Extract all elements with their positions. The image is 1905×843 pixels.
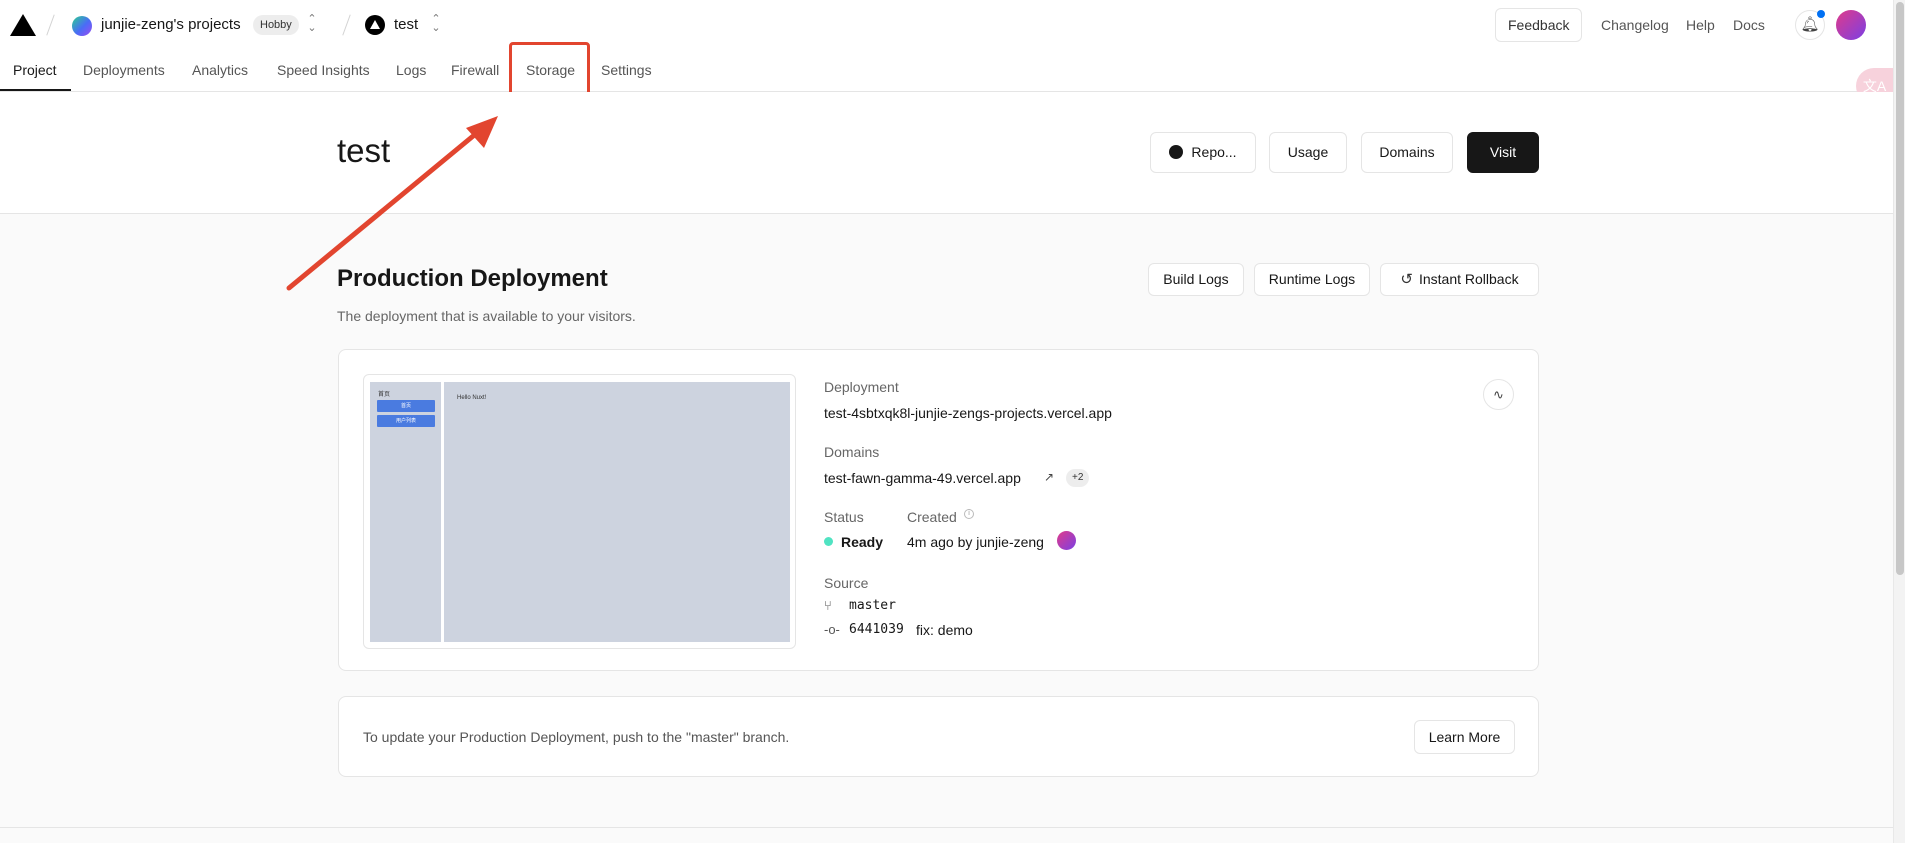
user-avatar[interactable] bbox=[1836, 10, 1866, 40]
team-switcher-chevron-icon[interactable]: ⌃ ⌄ bbox=[306, 14, 318, 34]
info-icon[interactable]: i bbox=[964, 509, 974, 519]
runtime-logs-button[interactable]: Runtime Logs bbox=[1254, 263, 1370, 296]
github-icon bbox=[1169, 145, 1184, 159]
vertical-scrollbar[interactable] bbox=[1893, 0, 1905, 843]
tab-analytics[interactable]: Analytics bbox=[192, 62, 248, 78]
top-navigation: junjie-zeng's projects Hobby ⌃ ⌄ test ⌃ ⌄ … bbox=[0, 0, 1893, 102]
created-value: 4m ago by junjie-zeng bbox=[907, 534, 1044, 550]
main-content: Production Deployment The deployment tha… bbox=[0, 215, 1893, 843]
preview-button: 用户列表 bbox=[377, 415, 435, 427]
notification-badge bbox=[1817, 10, 1825, 18]
preview-main-text: Hello Nuxt! bbox=[457, 395, 487, 401]
update-note-card: To update your Production Deployment, pu… bbox=[338, 696, 1539, 777]
tab-deployments[interactable]: Deployments bbox=[83, 62, 165, 78]
tab-project[interactable]: Project bbox=[13, 62, 57, 78]
plan-badge: Hobby bbox=[253, 15, 299, 35]
status-value: Ready bbox=[841, 534, 884, 550]
update-note-text: To update your Production Deployment, pu… bbox=[363, 729, 790, 745]
active-tab-indicator bbox=[0, 89, 71, 91]
project-tabs: Project Deployments Analytics Speed Insi… bbox=[0, 50, 1893, 92]
feedback-button[interactable]: Feedback bbox=[1495, 8, 1583, 42]
domains-button[interactable]: Domains bbox=[1361, 132, 1453, 173]
tab-speed-insights[interactable]: Speed Insights bbox=[277, 62, 370, 78]
instant-rollback-button[interactable]: ↺ Instant Rollback bbox=[1380, 263, 1539, 296]
more-domains-badge[interactable]: +2 bbox=[1066, 469, 1090, 487]
status-indicator bbox=[824, 537, 833, 546]
team-avatar[interactable] bbox=[72, 16, 92, 36]
scrollbar-thumb[interactable] bbox=[1896, 2, 1904, 575]
usage-button[interactable]: Usage bbox=[1269, 132, 1347, 173]
project-switcher-chevron-icon[interactable]: ⌃ ⌄ bbox=[430, 14, 442, 34]
preview-main: Hello Nuxt! bbox=[444, 382, 790, 642]
section-subtitle: The deployment that is available to your… bbox=[337, 308, 636, 324]
instant-rollback-label: Instant Rollback bbox=[1418, 271, 1519, 287]
changelog-link[interactable]: Changelog bbox=[1601, 17, 1669, 33]
domains-label: Domains bbox=[824, 444, 880, 460]
deployment-label: Deployment bbox=[824, 379, 899, 395]
help-link[interactable]: Help bbox=[1686, 17, 1715, 33]
breadcrumb-separator bbox=[46, 14, 55, 36]
repository-button-label: Repo... bbox=[1191, 144, 1237, 160]
branch-name[interactable]: master bbox=[849, 598, 896, 613]
team-name[interactable]: junjie-zeng's projects bbox=[101, 16, 241, 33]
git-commit-icon: -o- bbox=[824, 622, 840, 637]
header-row: junjie-zeng's projects Hobby ⌃ ⌄ test ⌃ ⌄ … bbox=[0, 0, 1893, 50]
tab-settings[interactable]: Settings bbox=[601, 62, 652, 78]
docs-link[interactable]: Docs bbox=[1733, 17, 1765, 33]
project-name[interactable]: test bbox=[394, 16, 418, 33]
deployment-preview[interactable]: 首页 首页 用户列表 Hello Nuxt! bbox=[363, 374, 796, 649]
commit-hash[interactable]: 6441039 bbox=[849, 622, 904, 637]
activity-icon[interactable]: ∿ bbox=[1483, 379, 1514, 410]
preview-screenshot: 首页 首页 用户列表 Hello Nuxt! bbox=[370, 382, 790, 642]
source-label: Source bbox=[824, 575, 869, 591]
preview-sidebar: 首页 首页 用户列表 bbox=[370, 382, 441, 642]
page-title: test bbox=[337, 132, 391, 169]
tab-logs[interactable]: Logs bbox=[396, 62, 426, 78]
preview-button: 首页 bbox=[377, 400, 435, 412]
rollback-icon: ↺ bbox=[1400, 271, 1413, 288]
deployment-url-link[interactable]: test-4sbtxqk8l-junjie-zengs-projects.ver… bbox=[824, 405, 1112, 421]
build-logs-button[interactable]: Build Logs bbox=[1148, 263, 1244, 296]
visit-button[interactable]: Visit bbox=[1467, 132, 1539, 173]
domain-link[interactable]: test-fawn-gamma-49.vercel.app bbox=[824, 470, 1021, 486]
commit-message: fix: demo bbox=[916, 622, 973, 638]
status-label: Status bbox=[824, 509, 864, 525]
divider bbox=[0, 827, 1893, 828]
project-header: test Repo... Usage Domains Visit bbox=[0, 92, 1893, 214]
section-title: Production Deployment bbox=[337, 265, 608, 292]
created-label: Created bbox=[907, 509, 957, 525]
git-branch-icon: ⑂ bbox=[824, 598, 832, 613]
creator-avatar[interactable] bbox=[1057, 531, 1076, 550]
deployment-card: 首页 首页 用户列表 Hello Nuxt! ∿ Deployment test… bbox=[338, 349, 1539, 671]
external-link-icon[interactable]: ↗ bbox=[1044, 470, 1054, 484]
project-icon bbox=[365, 15, 385, 35]
tab-firewall[interactable]: Firewall bbox=[451, 62, 499, 78]
preview-sidebar-label: 首页 bbox=[378, 392, 391, 398]
learn-more-button[interactable]: Learn More bbox=[1414, 720, 1515, 754]
vercel-logo-icon[interactable] bbox=[10, 14, 36, 36]
breadcrumb-separator bbox=[342, 14, 351, 36]
repository-button[interactable]: Repo... bbox=[1150, 132, 1256, 173]
